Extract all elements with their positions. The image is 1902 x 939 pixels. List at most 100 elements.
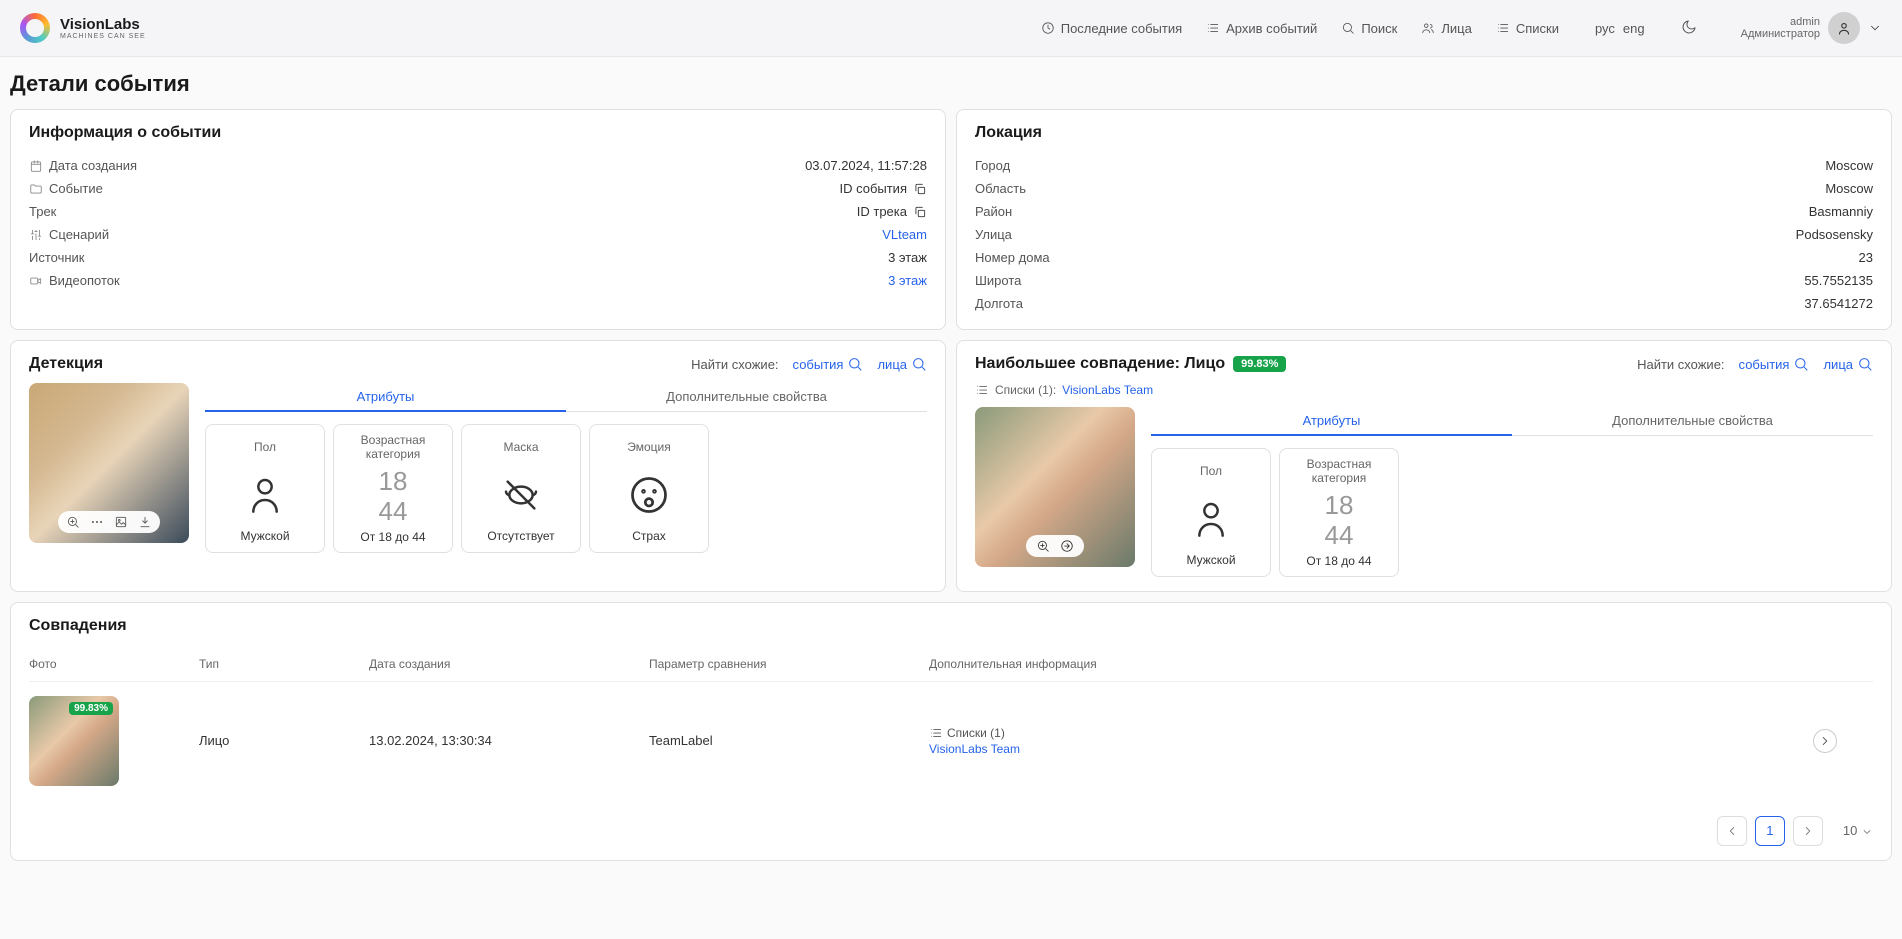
region-label: Область — [975, 181, 1026, 196]
nav-lists[interactable]: Списки — [1496, 21, 1559, 36]
house-value: 23 — [1859, 250, 1873, 265]
match-image[interactable] — [975, 407, 1135, 567]
attr-gender: Пол Мужской — [1151, 448, 1271, 577]
attr-mask: Маска Отсутствует — [461, 424, 581, 553]
col-date: Дата создания — [369, 657, 649, 671]
nav-archive[interactable]: Архив событий — [1206, 21, 1317, 36]
search-icon — [911, 356, 927, 372]
tab-extra[interactable]: Дополнительные свойства — [1512, 407, 1873, 435]
user-icon — [1835, 19, 1853, 37]
chevron-right-icon — [1801, 824, 1815, 838]
tab-extra[interactable]: Дополнительные свойства — [566, 383, 927, 411]
location-title: Локация — [975, 124, 1873, 142]
zoom-icon[interactable] — [66, 515, 80, 529]
lat-label: Широта — [975, 273, 1021, 288]
avatar — [1828, 12, 1860, 44]
date-label: Дата создания — [49, 158, 137, 173]
download-icon[interactable] — [138, 515, 152, 529]
page-title: Детали события — [10, 71, 1892, 97]
col-extra: Дополнительная информация — [929, 657, 1813, 671]
city-label: Город — [975, 158, 1010, 173]
zoom-icon[interactable] — [1036, 539, 1050, 553]
fear-icon — [627, 473, 671, 517]
copy-icon[interactable] — [913, 182, 927, 196]
col-type: Тип — [199, 657, 369, 671]
header: VisionLabs MACHINES CAN SEE Последние со… — [0, 0, 1902, 57]
more-icon[interactable] — [90, 515, 104, 529]
date-value: 03.07.2024, 11:57:28 — [805, 158, 927, 173]
moon-icon — [1681, 19, 1697, 35]
thumb-badge: 99.83% — [69, 702, 113, 715]
lang-switch: рус eng — [1595, 21, 1645, 36]
stream-link[interactable]: 3 этаж — [888, 273, 927, 288]
arrow-right-icon — [1818, 734, 1832, 748]
attr-age: Возрастная категория 1844 От 18 до 44 — [1279, 448, 1399, 577]
person-icon — [245, 471, 285, 519]
page-prev-button[interactable] — [1717, 816, 1747, 846]
street-value: Podsosensky — [1796, 227, 1873, 242]
similar-faces-link[interactable]: лица — [1823, 356, 1873, 372]
search-icon — [1341, 21, 1355, 35]
nav-last-events[interactable]: Последние события — [1041, 21, 1182, 36]
district-label: Район — [975, 204, 1012, 219]
page-number[interactable]: 1 — [1755, 816, 1785, 846]
image-icon[interactable] — [114, 515, 128, 529]
top-match-title: Наибольшее совпадение: Лицо — [975, 355, 1225, 373]
district-value: Basmanniy — [1809, 204, 1873, 219]
row-lists-label: Списки (1) — [947, 726, 1005, 740]
col-param: Параметр сравнения — [649, 657, 929, 671]
search-icon — [1793, 356, 1809, 372]
users-icon — [1421, 21, 1435, 35]
user-menu[interactable]: admin Администратор — [1741, 12, 1882, 44]
similar-events-link[interactable]: события — [793, 356, 864, 372]
search-icon — [1857, 356, 1873, 372]
pagination: 1 10 — [29, 816, 1873, 846]
person-icon — [1191, 495, 1231, 543]
copy-icon[interactable] — [913, 205, 927, 219]
tab-attributes[interactable]: Атрибуты — [205, 383, 566, 412]
list-icon — [1496, 21, 1510, 35]
row-date: 13.02.2024, 13:30:34 — [369, 733, 649, 748]
matches-card: Совпадения Фото Тип Дата создания Параме… — [10, 602, 1892, 861]
chevron-down-icon — [1861, 826, 1873, 838]
arrow-right-icon[interactable] — [1060, 539, 1074, 553]
list-icon — [1206, 21, 1220, 35]
nav-search[interactable]: Поиск — [1341, 21, 1397, 36]
row-open-button[interactable] — [1813, 729, 1837, 753]
detection-title: Детекция — [29, 355, 103, 373]
user-role: Администратор — [1741, 28, 1820, 40]
event-value: ID события — [839, 181, 907, 196]
source-label: Источник — [29, 250, 85, 265]
table-head: Фото Тип Дата создания Параметр сравнени… — [29, 647, 1873, 681]
table-row: 99.83% Лицо 13.02.2024, 13:30:34 TeamLab… — [29, 681, 1873, 800]
city-value: Moscow — [1825, 158, 1873, 173]
row-type: Лицо — [199, 733, 369, 748]
match-thumb[interactable]: 99.83% — [29, 696, 119, 786]
location-card: Локация ГородMoscow ОбластьMoscow РайонB… — [956, 109, 1892, 330]
tab-attributes[interactable]: Атрибуты — [1151, 407, 1512, 436]
logo[interactable]: VisionLabs MACHINES CAN SEE — [20, 13, 146, 43]
image-toolbar — [1026, 535, 1084, 557]
match-lists-label: Списки (1): — [995, 383, 1056, 397]
attr-gender: Пол Мужской — [205, 424, 325, 553]
nav-faces[interactable]: Лица — [1421, 21, 1471, 36]
similar-label: Найти схожие: — [691, 357, 778, 372]
detection-image[interactable] — [29, 383, 189, 543]
similar-faces-link[interactable]: лица — [877, 356, 927, 372]
theme-toggle[interactable] — [1681, 19, 1697, 38]
lang-en[interactable]: eng — [1623, 21, 1645, 36]
user-name: admin — [1790, 16, 1820, 28]
event-info-title: Информация о событии — [29, 124, 927, 142]
similar-events-link[interactable]: события — [1739, 356, 1810, 372]
page-size-select[interactable]: 10 — [1843, 823, 1873, 838]
page-next-button[interactable] — [1793, 816, 1823, 846]
chevron-left-icon — [1725, 824, 1739, 838]
street-label: Улица — [975, 227, 1012, 242]
match-lists-link[interactable]: VisionLabs Team — [1062, 383, 1153, 397]
lang-ru[interactable]: рус — [1595, 21, 1615, 36]
scenario-link[interactable]: VLteam — [882, 227, 927, 242]
nav: Последние события Архив событий Поиск Ли… — [1041, 12, 1882, 44]
video-icon — [29, 274, 43, 288]
mask-off-icon — [497, 475, 545, 515]
row-lists-link[interactable]: VisionLabs Team — [929, 742, 1813, 756]
